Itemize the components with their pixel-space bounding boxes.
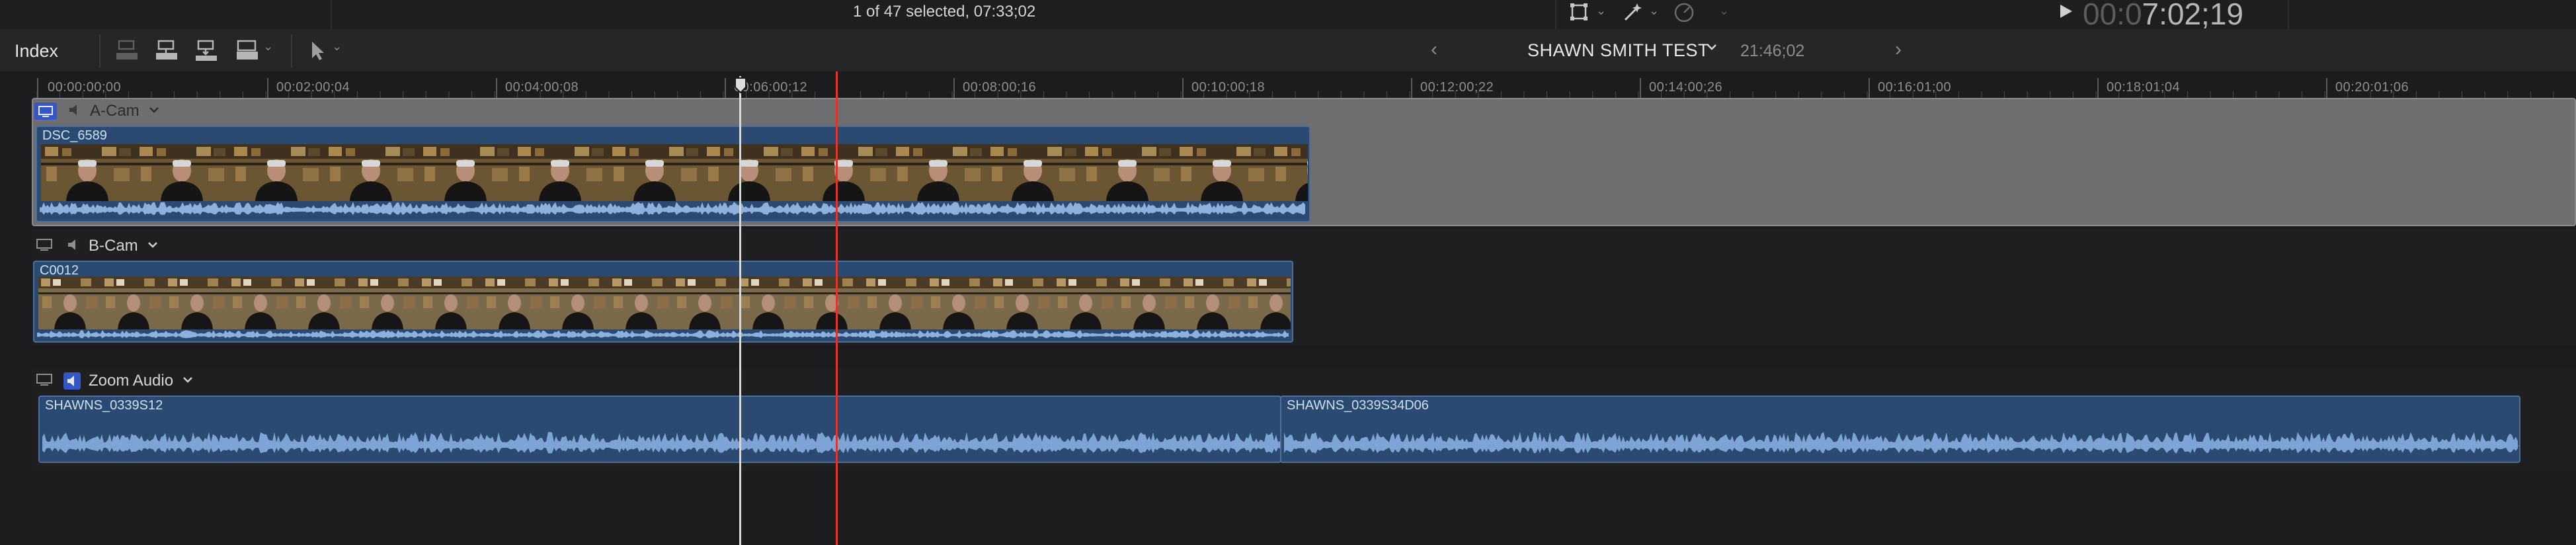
video-monitor-icon[interactable] [34,372,54,391]
ruler-tick [1869,78,1870,98]
ruler-tick [1411,78,1412,98]
ruler-tick [37,78,38,98]
playhead[interactable] [739,76,741,545]
track-header-zoom-audio: Zoom Audio [34,370,194,392]
toolbar-divider [291,34,292,67]
status-bar: 1 of 47 selected, 07:33;02 ⌄ ⌄ ⌄ 00:07:0… [0,0,2576,32]
track-header-b-cam: B-Cam [34,235,159,257]
audio-waveform [37,329,1289,341]
speaker-icon[interactable] [66,237,79,255]
timeline-toolbar: Index ⌄ ⌄ ‹ SHAWN SMITH TEST 21:46;02 › [0,29,2576,73]
status-divider [331,0,332,29]
video-monitor-icon[interactable] [34,103,57,120]
chevron-down-icon[interactable]: ⌄ [1649,4,1659,18]
timeline-ruler[interactable]: 00:00:00;00 00:02:00;04 00:04:00;08 00:0… [0,71,2576,98]
insert-clip-icon[interactable] [155,40,179,65]
clip-a-cam[interactable]: DSC_6589 [36,126,1310,222]
skimmer-line [836,71,838,545]
append-clip-icon[interactable] [194,40,218,65]
chevron-down-icon[interactable] [1705,40,1719,58]
history-back-button[interactable]: ‹ [1431,38,1437,61]
track-header-a-cam: A-Cam [34,101,161,122]
timeline-area[interactable]: A-Cam DSC_6589 B-Cam C0012 Zoom Audio SH… [0,98,2576,545]
retime-speed-icon[interactable] [1673,1,1695,27]
ruler-tick-label: 00:04:00;08 [505,80,579,95]
chevron-down-icon[interactable]: ⌄ [1719,4,1729,18]
transform-icon[interactable] [1568,1,1590,26]
chevron-down-icon[interactable] [181,373,194,390]
ruler-tick [2326,78,2327,98]
connect-clip-icon[interactable] [115,40,139,65]
playhead-handle-icon[interactable] [734,77,747,94]
ruler-tick-label: 00:16:01;00 [1878,80,1952,95]
ruler-tick [2097,78,2099,98]
chevron-down-icon[interactable]: ⌄ [263,40,273,54]
audio-waveform [42,432,1280,454]
clip-name: SHAWNS_0339S34D06 [1287,398,1429,413]
ruler-tick [1640,78,1641,98]
play-icon[interactable] [2058,1,2075,24]
enhance-wand-icon[interactable] [1621,1,1644,27]
ruler-tick-label: 00:00:00;00 [48,80,122,95]
ruler-tick [953,78,955,98]
overwrite-clip-icon[interactable] [235,40,259,65]
index-button[interactable]: Index [15,41,58,62]
speaker-icon[interactable] [67,103,81,120]
ruler-tick [1182,78,1184,98]
clip-b-cam[interactable]: C0012 [33,261,1293,343]
ruler-tick-label: 00:18:01;04 [2107,80,2181,95]
audio-waveform [1284,432,2519,454]
clip-name: DSC_6589 [42,128,107,143]
timecode-lit: 7:02;19 [2142,0,2244,31]
chevron-down-icon[interactable] [147,103,161,120]
track-label: B-Cam [89,237,138,255]
toolbar-divider [99,34,101,67]
clip-name: SHAWNS_0339S12 [45,398,163,413]
chevron-down-icon[interactable]: ⌄ [332,40,342,54]
timecode-dim: 00:0 [2083,0,2142,31]
speaker-icon[interactable] [63,372,81,390]
ruler-tick-label: 00:20:01;06 [2335,80,2409,95]
chevron-down-icon[interactable]: ⌄ [1596,4,1606,18]
clip-zoom-audio-1[interactable]: SHAWNS_0339S12 [38,396,1281,463]
video-filmstrip [41,144,1308,201]
project-title[interactable]: SHAWN SMITH TEST [1527,40,1709,61]
track-label: A-Cam [90,102,140,120]
ruler-tick-label: 00:10:00;18 [1191,80,1266,95]
ruler-tick-label: 00:14:00;26 [1649,80,1723,95]
audio-waveform [40,201,1307,220]
ruler-tick [267,78,268,98]
status-divider [2288,0,2289,29]
video-filmstrip [38,276,1291,329]
status-divider [1555,0,1556,29]
history-forward-button[interactable]: › [1895,38,1902,61]
track-label: Zoom Audio [89,372,174,390]
clip-zoom-audio-2[interactable]: SHAWNS_0339S34D06 [1280,396,2520,463]
selection-status: 1 of 47 selected, 07:33;02 [853,3,1036,21]
ruler-minor-ticks [36,91,2554,98]
ruler-tick-label: 00:08:00;16 [963,80,1037,95]
ruler-tick-label: 00:02:00;04 [276,80,350,95]
select-tool-icon[interactable] [308,40,328,65]
ruler-tick [725,78,726,98]
ruler-tick [496,78,497,98]
timecode-display: 00:07:02;19 [2083,0,2243,32]
ruler-tick-label: 00:12:00;22 [1420,80,1494,95]
video-monitor-icon[interactable] [34,237,54,256]
project-duration: 21:46;02 [1740,42,1805,60]
chevron-down-icon[interactable] [146,238,159,255]
